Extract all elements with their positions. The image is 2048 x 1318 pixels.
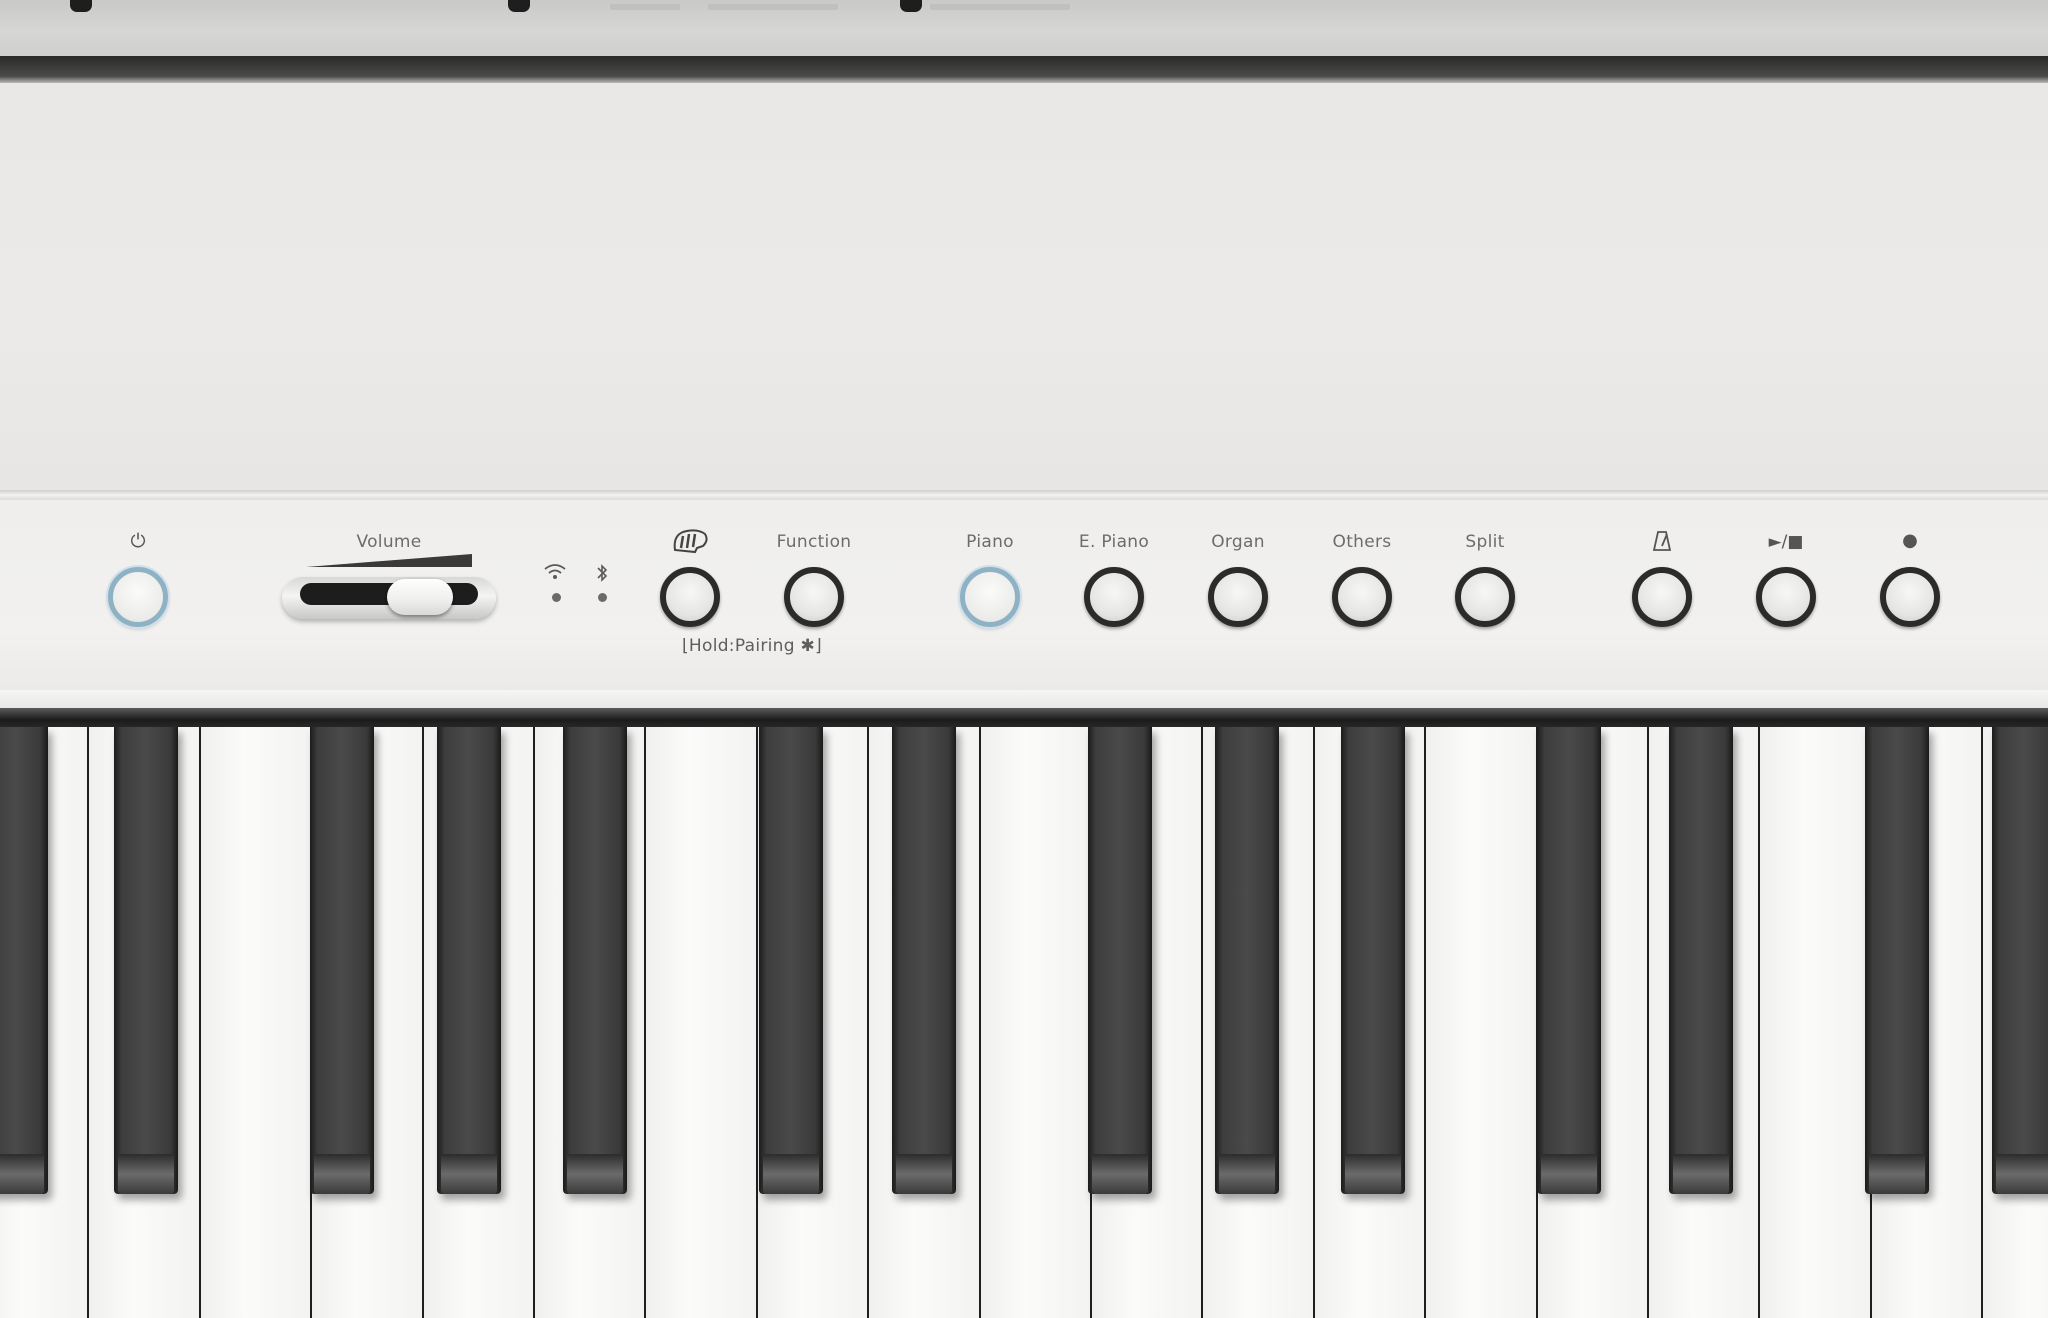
white-key[interactable] [200,727,313,1318]
bluetooth-icon [597,564,608,582]
piano-control-panel: ⏻ Volume Function ⌊Hold:Pairing ✱⌋ Piano… [0,0,2048,1318]
music-rest [0,83,2048,491]
top-rear-panel [0,0,2048,58]
bluetooth-indicator-led [598,593,607,602]
metronome-button[interactable] [1632,567,1692,627]
white-key[interactable] [1760,727,1872,1318]
play-stop-icon: ►/■ [1768,532,1804,552]
wifi-icon [544,564,566,579]
tone-label-e-piano: E. Piano [1078,532,1150,552]
white-key[interactable] [1426,727,1538,1318]
black-key[interactable] [892,727,956,1194]
pairing-note: ⌊Hold:Pairing ✱⌋ [681,636,823,656]
rear-jack [70,0,92,12]
white-key[interactable] [646,727,758,1318]
black-key[interactable] [437,727,501,1194]
black-key[interactable] [1669,727,1733,1194]
record-button[interactable] [1880,567,1940,627]
power-button[interactable] [108,567,168,627]
wifi-indicator-led [552,593,561,602]
split-button[interactable] [1455,567,1515,627]
black-key[interactable] [1341,727,1405,1194]
volume-ramp-icon [306,554,472,567]
music-rest-edge [0,490,2048,500]
rear-jack [508,0,530,12]
black-key[interactable] [1865,727,1929,1194]
white-key[interactable] [980,727,1092,1318]
tone-label-organ: Organ [1211,532,1265,552]
music-rest-rail [0,56,2048,83]
black-key[interactable] [563,727,627,1194]
twin-piano-icon [673,529,708,554]
black-key[interactable] [1992,727,2048,1194]
black-key[interactable] [310,727,374,1194]
volume-slider-thumb[interactable] [387,579,454,615]
black-key[interactable] [759,727,823,1194]
black-key[interactable] [1088,727,1152,1194]
function-label: Function [776,532,852,552]
play-stop-button[interactable] [1756,567,1816,627]
fallboard-rail [0,708,2048,728]
tone-button-organ[interactable] [1208,567,1268,627]
black-key[interactable] [1215,727,1279,1194]
volume-label: Volume [356,532,422,552]
power-icon: ⏻ [130,530,146,552]
keyboard [0,727,2048,1318]
tone-button-others[interactable] [1332,567,1392,627]
tone-button-piano[interactable] [960,567,1020,627]
black-key[interactable] [1537,727,1601,1194]
tone-label-split: Split [1465,532,1505,552]
rear-label-mark [610,4,680,10]
function-button[interactable] [784,567,844,627]
tone-label-piano: Piano [966,532,1014,552]
black-key[interactable] [114,727,178,1194]
record-icon: ● [1902,530,1918,551]
rear-jack [900,0,922,12]
twin-piano-button[interactable] [660,567,720,627]
tone-label-others: Others [1332,532,1392,552]
rear-label-mark [708,4,838,10]
rear-label-mark [930,4,1070,10]
tone-button-e-piano[interactable] [1084,567,1144,627]
black-key[interactable] [0,727,48,1194]
metronome-icon [1652,531,1672,551]
